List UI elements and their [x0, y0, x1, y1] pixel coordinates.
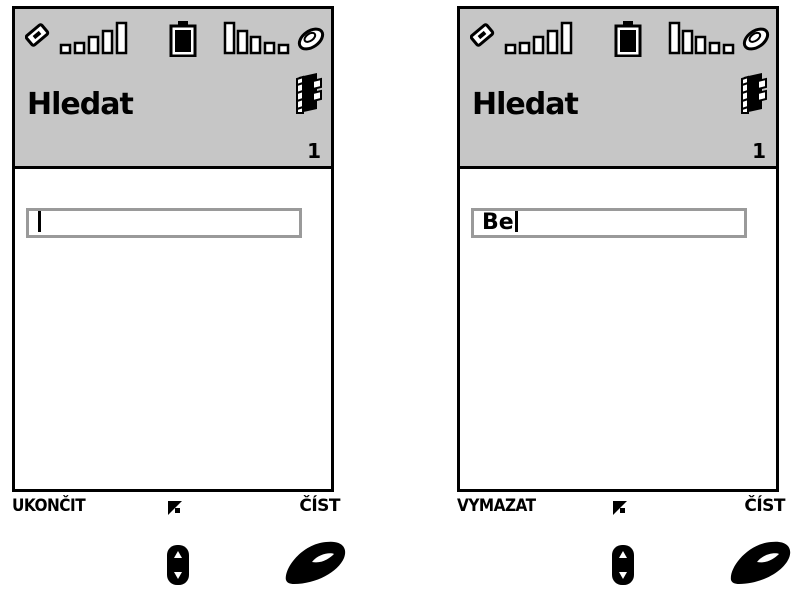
battery-icon — [614, 21, 642, 57]
header-bar: Hledat 1 — [460, 9, 776, 169]
softkey-left-button[interactable]: VYMAZAT — [457, 496, 536, 516]
softkey-left-button[interactable]: UKONČIT — [12, 496, 86, 516]
header-bar: Hledat 1 — [15, 9, 331, 169]
search-input[interactable]: Be — [471, 208, 747, 238]
network-strength-icon — [668, 21, 770, 55]
page-title: Hledat — [472, 87, 579, 122]
signal-strength-icon — [470, 21, 573, 55]
scroll-key-icon[interactable] — [166, 544, 190, 586]
page-title: Hledat — [27, 87, 134, 122]
phonebook-icon — [296, 73, 322, 114]
status-bar — [470, 21, 770, 61]
hardware-keys — [12, 534, 352, 589]
phone-screen-right: Hledat 1 Be VYMAZAT ČÍST — [457, 6, 791, 585]
search-input-value: Be — [482, 210, 514, 235]
edit-mode-icon — [613, 501, 627, 515]
battery-icon — [169, 21, 197, 57]
softkey-bar: UKONČIT ČÍST — [12, 496, 340, 520]
call-key-icon[interactable] — [282, 540, 348, 584]
text-caret — [38, 210, 41, 232]
phone-screen-left: Hledat 1 UKONČIT ČÍST — [12, 6, 346, 585]
phonebook-icon — [741, 73, 767, 114]
page-number: 1 — [752, 139, 766, 163]
network-strength-icon — [223, 21, 325, 55]
softkey-right-button[interactable]: ČÍST — [744, 496, 785, 516]
display: Hledat 1 — [12, 6, 334, 492]
signal-strength-icon — [25, 21, 128, 55]
softkey-bar: VYMAZAT ČÍST — [457, 496, 785, 520]
text-caret — [514, 210, 518, 232]
softkey-right-button[interactable]: ČÍST — [299, 496, 340, 516]
call-key-icon[interactable] — [727, 540, 793, 584]
scroll-key-icon[interactable] — [611, 544, 635, 586]
display: Hledat 1 Be — [457, 6, 779, 492]
edit-mode-icon — [168, 501, 182, 515]
hardware-keys — [457, 534, 797, 589]
status-bar — [25, 21, 325, 61]
search-input[interactable] — [26, 208, 302, 238]
page-number: 1 — [307, 139, 321, 163]
